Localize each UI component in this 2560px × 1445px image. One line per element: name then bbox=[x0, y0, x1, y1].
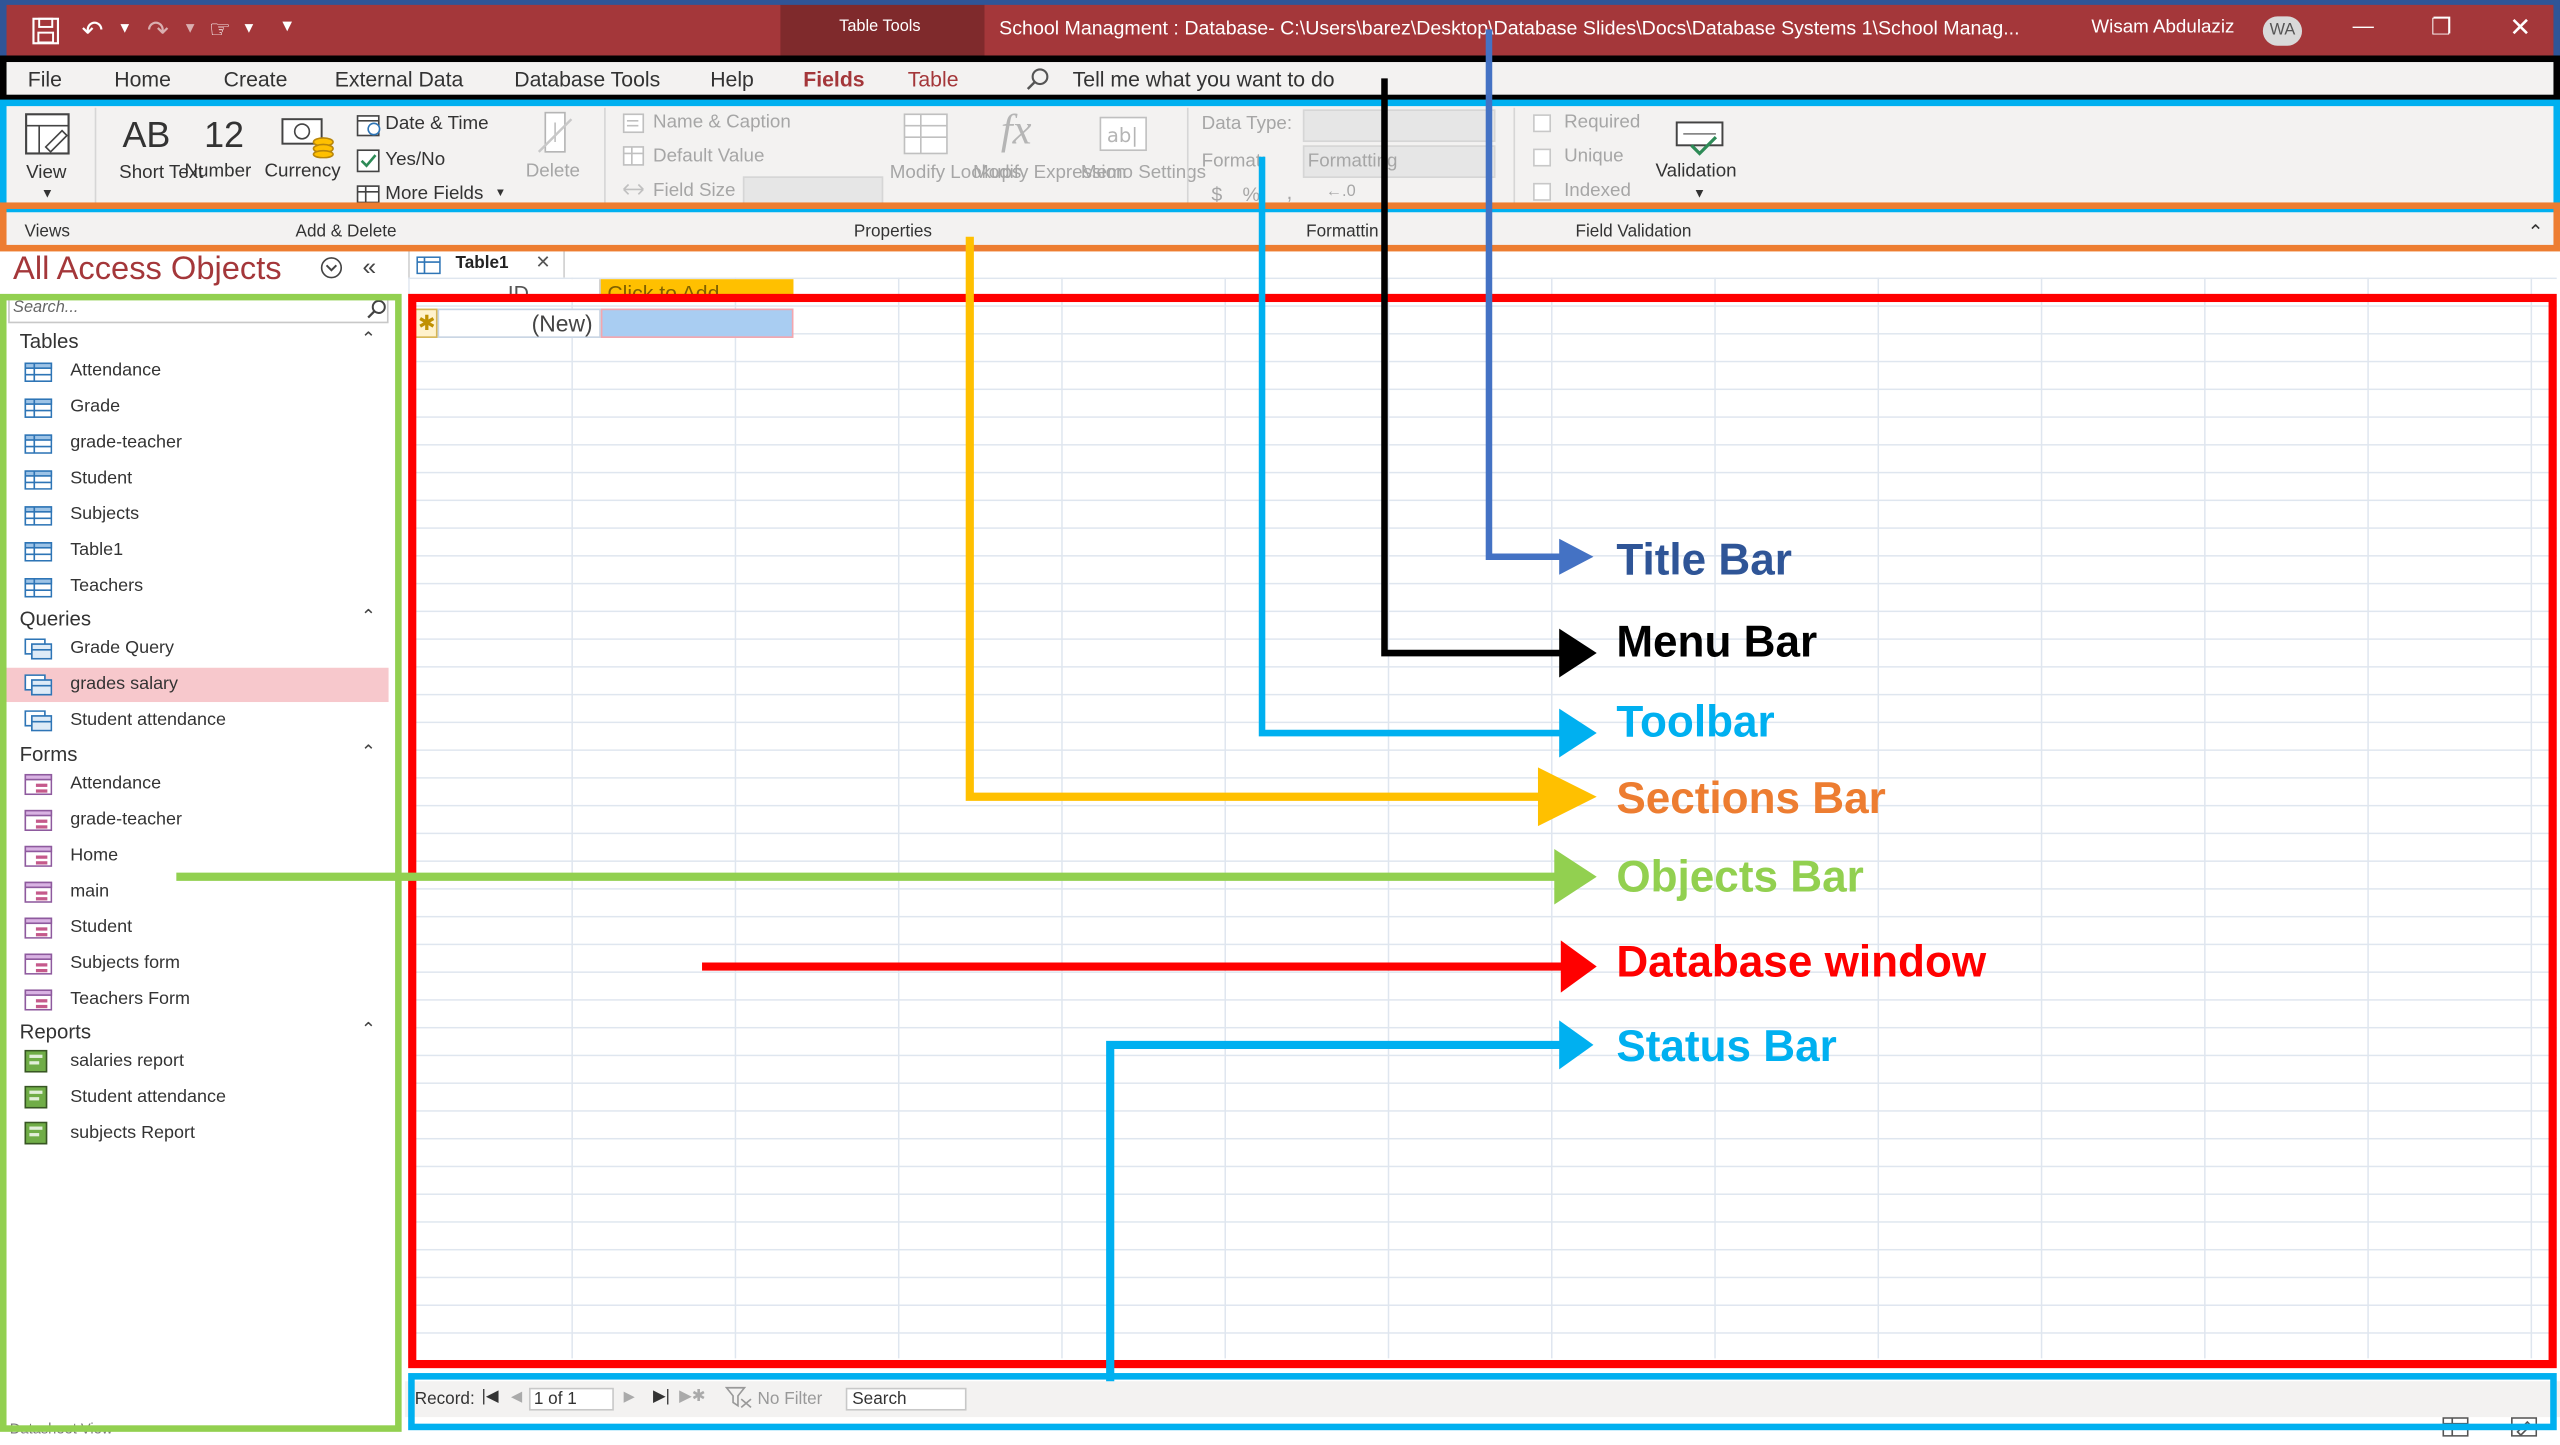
annotation-title-bar: Title Bar bbox=[1616, 535, 1792, 585]
title-bar-arrow bbox=[1485, 29, 1594, 575]
status-bar-arrow bbox=[1106, 1020, 1594, 1382]
screenshot-stage: ↶ ▼ ↷ ▼ ☞ ▼ ▼ Table Tools School Managme… bbox=[0, 0, 2560, 1440]
toolbar-arrow bbox=[1258, 156, 1597, 758]
annotation-status-bar: Status Bar bbox=[1616, 1022, 1837, 1072]
annotation-database-window: Database window bbox=[1616, 937, 1987, 987]
annotation-arrows bbox=[176, 29, 1597, 1382]
annotation-objects-bar: Objects Bar bbox=[1616, 852, 1864, 902]
sections-bar-arrow bbox=[965, 236, 1597, 827]
annotation-sections-bar: Sections Bar bbox=[1616, 773, 1886, 823]
annotation-menu-bar: Menu Bar bbox=[1616, 617, 1818, 667]
annotation-toolbar: Toolbar bbox=[1616, 697, 1775, 747]
database-window-arrow bbox=[702, 940, 1597, 993]
objects-bar-arrow bbox=[176, 848, 1597, 905]
